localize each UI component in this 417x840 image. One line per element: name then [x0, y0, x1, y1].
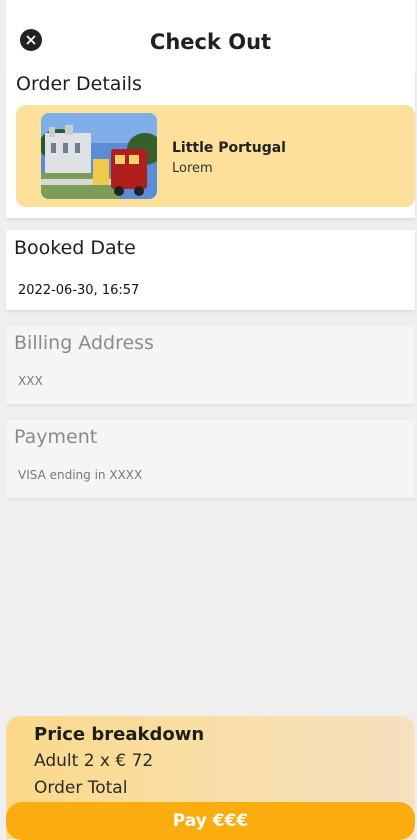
- billing-address-value: XXX: [18, 374, 43, 388]
- product-image: [41, 113, 157, 199]
- pay-button[interactable]: Pay €€€: [6, 802, 415, 840]
- billing-address-section[interactable]: Billing Address XXX: [6, 326, 415, 404]
- payment-method-value: VISA ending in XXXX: [18, 468, 143, 482]
- booked-date-value: 2022-06-30, 16:57: [18, 283, 140, 298]
- price-breakdown-title: Price breakdown: [34, 724, 205, 745]
- booked-date-title: Booked Date: [14, 237, 136, 259]
- booked-date-section: Booked Date 2022-06-30, 16:57: [6, 230, 415, 310]
- order-item-card[interactable]: Little Portugal Lorem: [16, 105, 415, 207]
- order-details-title: Order Details: [16, 73, 142, 95]
- price-breakdown-panel: Price breakdown Adult 2 x € 72 Order Tot…: [6, 716, 415, 840]
- product-subtitle: Lorem: [172, 161, 213, 176]
- price-row-adult: Adult 2 x € 72: [34, 751, 154, 771]
- payment-section[interactable]: Payment VISA ending in XXXX: [6, 420, 415, 498]
- product-name: Little Portugal: [172, 140, 286, 156]
- price-row-order-total: Order Total: [34, 778, 128, 798]
- payment-title: Payment: [14, 426, 98, 448]
- billing-address-title: Billing Address: [14, 332, 154, 354]
- page-title: Check Out: [149, 30, 272, 54]
- order-details-section: Order Details Little Portugal Lorem: [6, 70, 415, 218]
